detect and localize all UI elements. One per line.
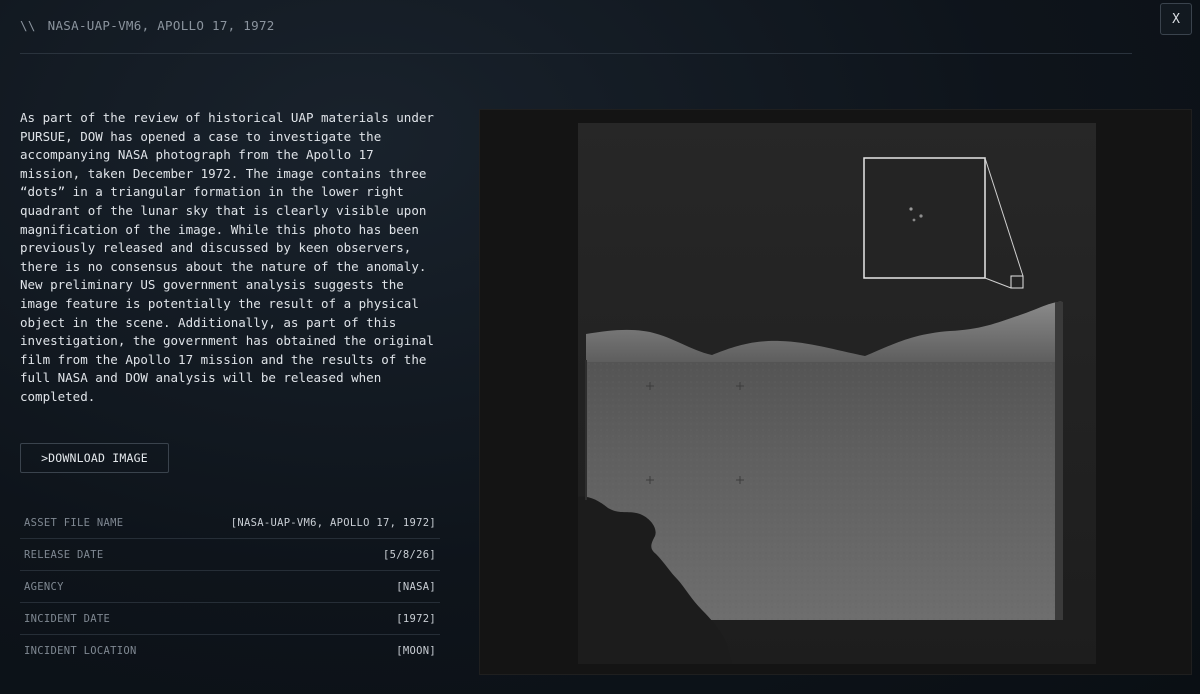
metadata-value: [NASA]	[396, 580, 436, 593]
metadata-row: RELEASE DATE [5/8/26]	[20, 539, 440, 571]
close-button[interactable]: X	[1160, 3, 1192, 35]
header: \\ NASA-UAP-VM6, APOLLO 17, 1972	[20, 14, 1132, 54]
metadata-label: INCIDENT DATE	[24, 612, 111, 625]
title-prefix: \\	[20, 18, 36, 33]
anomaly-dot	[912, 218, 916, 222]
page: \\ NASA-UAP-VM6, APOLLO 17, 1972 X As par…	[0, 0, 1200, 694]
metadata-label: ASSET FILE NAME	[24, 516, 124, 529]
metadata-row: AGENCY [NASA]	[20, 571, 440, 603]
metadata-row: ASSET FILE NAME [NASA-UAP-VM6, APOLLO 17…	[20, 507, 440, 539]
magnified-inset	[863, 157, 986, 279]
metadata-row: INCIDENT DATE [1972]	[20, 603, 440, 635]
metadata-label: AGENCY	[24, 580, 64, 593]
anomaly-dot	[919, 214, 923, 218]
metadata-label: RELEASE DATE	[24, 548, 104, 561]
metadata-value: [NASA-UAP-VM6, APOLLO 17, 1972]	[230, 516, 436, 529]
metadata-row: INCIDENT LOCATION [MOON]	[20, 635, 440, 667]
case-description: As part of the review of historical UAP …	[20, 110, 434, 404]
metadata-value: [1972]	[396, 612, 436, 625]
download-image-button[interactable]: >DOWNLOAD IMAGE	[20, 443, 169, 473]
title-text: NASA-UAP-VM6, APOLLO 17, 1972	[47, 18, 275, 33]
metadata-table: ASSET FILE NAME [NASA-UAP-VM6, APOLLO 17…	[20, 507, 440, 667]
apollo-photograph	[578, 123, 1096, 664]
image-panel	[479, 109, 1192, 675]
page-title: \\ NASA-UAP-VM6, APOLLO 17, 1972	[20, 18, 275, 33]
film-edge	[1055, 302, 1063, 620]
anomaly-dot	[909, 207, 913, 211]
metadata-value: [5/8/26]	[383, 548, 436, 561]
metadata-label: INCIDENT LOCATION	[24, 645, 137, 657]
metadata-value: [MOON]	[396, 645, 436, 657]
